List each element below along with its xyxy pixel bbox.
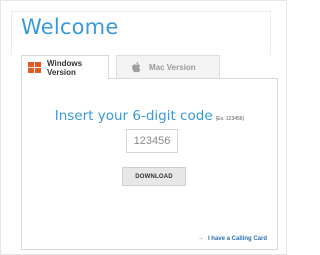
insert-code-prompt: Insert your 6-digit code (Ex. 123456) [22, 107, 277, 125]
tab-mac-version[interactable]: Mac Version [116, 55, 220, 79]
code-input[interactable] [126, 129, 178, 153]
download-button[interactable]: DOWNLOAD [122, 167, 186, 186]
windows-icon [28, 62, 41, 73]
page: Welcome Windows Version Mac Version Inse… [0, 0, 287, 255]
tab-mac-label: Mac Version [149, 62, 196, 72]
tab-windows-version[interactable]: Windows Version [21, 55, 109, 79]
code-panel: Insert your 6-digit code(Ex. 123456) DOW… [21, 78, 278, 250]
version-tabs: Windows Version Mac Version [21, 55, 278, 79]
page-title: Welcome [21, 15, 119, 39]
calling-card-label: I have a Calling Card [207, 235, 267, 242]
insert-code-label: Insert your 6-digit code [54, 108, 213, 124]
apple-icon [132, 61, 141, 73]
tab-windows-label: Windows Version [47, 58, 83, 77]
calling-card-link[interactable]: → I have a Calling Card [197, 235, 267, 242]
arrow-right-icon: → [196, 235, 204, 242]
code-example-hint: (Ex. 123456) [215, 116, 245, 122]
